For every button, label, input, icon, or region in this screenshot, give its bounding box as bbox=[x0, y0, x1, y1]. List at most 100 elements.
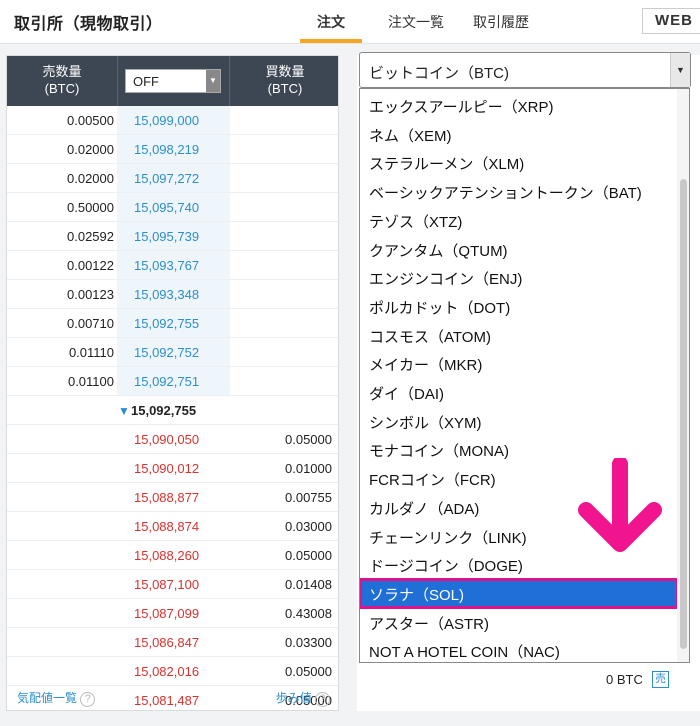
bid-price[interactable]: 15,090,050 bbox=[134, 432, 199, 447]
bid-qty: 0.03000 bbox=[285, 519, 332, 534]
bid-qty: 0.05000 bbox=[285, 548, 332, 563]
last-price: 15,092,755 bbox=[131, 403, 197, 418]
ask-row[interactable]: 0.00710 15,092,755 bbox=[7, 309, 338, 338]
quote-list-link[interactable]: 気配値一覧 ? bbox=[17, 689, 96, 707]
web-logo: WEB bbox=[642, 8, 700, 34]
coin-option[interactable]: エンジンコイン（ENJ) bbox=[360, 263, 678, 292]
active-tab-indicator bbox=[300, 39, 362, 43]
bid-qty: 0.01408 bbox=[285, 577, 332, 592]
buy-qty-header: 買数量 (BTC) bbox=[255, 63, 315, 97]
scrollbar-thumb[interactable] bbox=[680, 179, 687, 649]
chevron-down-icon: ▼ bbox=[670, 53, 690, 87]
bid-price[interactable]: 15,090,012 bbox=[134, 461, 199, 476]
ask-row[interactable]: 0.00123 15,093,348 bbox=[7, 280, 338, 309]
ask-row[interactable]: 0.00500 15,099,000 bbox=[7, 106, 338, 135]
bid-row[interactable]: 15,088,260 0.05000 bbox=[7, 541, 338, 570]
ask-row[interactable]: 0.01110 15,092,752 bbox=[7, 338, 338, 367]
ask-row[interactable]: 0.02592 15,095,739 bbox=[7, 222, 338, 251]
bid-row[interactable]: 15,087,100 0.01408 bbox=[7, 570, 338, 599]
bid-price[interactable]: 15,086,847 bbox=[134, 635, 199, 650]
header-divider bbox=[229, 56, 230, 106]
btc-balance: 0 BTC bbox=[606, 672, 643, 687]
dropdown-scrollbar[interactable] bbox=[677, 89, 689, 662]
bid-row[interactable]: 15,087,099 0.43008 bbox=[7, 599, 338, 628]
bid-price[interactable]: 15,088,260 bbox=[134, 548, 199, 563]
coin-option[interactable]: ステラルーメン（XLM) bbox=[360, 148, 678, 177]
bid-qty: 0.43008 bbox=[285, 606, 332, 621]
ask-price[interactable]: 15,097,272 bbox=[134, 171, 199, 186]
bid-qty: 0.01000 bbox=[285, 461, 332, 476]
coin-option[interactable]: アスター（ASTR) bbox=[360, 608, 678, 637]
coin-option[interactable]: ダイ（DAI) bbox=[360, 378, 678, 407]
bid-row[interactable]: 15,090,012 0.01000 bbox=[7, 454, 338, 483]
bid-row[interactable]: 15,088,874 0.03000 bbox=[7, 512, 338, 541]
coin-option[interactable]: ソラナ（SOL) bbox=[360, 577, 679, 609]
coin-option[interactable]: NOT A HOTEL COIN（NAC) bbox=[360, 636, 678, 662]
bid-row[interactable]: 15,086,847 0.03300 bbox=[7, 628, 338, 657]
ask-row[interactable]: 0.02000 15,098,219 bbox=[7, 135, 338, 164]
ask-row[interactable]: 0.02000 15,097,272 bbox=[7, 164, 338, 193]
bid-qty: 0.05000 bbox=[285, 432, 332, 447]
buy-qty-header-unit: (BTC) bbox=[267, 81, 303, 96]
tab-order[interactable]: 注文 bbox=[317, 12, 345, 32]
header-divider bbox=[117, 56, 118, 106]
bid-qty: 0.05000 bbox=[285, 664, 332, 679]
sell-qty-header-unit: (BTC) bbox=[44, 81, 80, 96]
price-filter-select[interactable]: OFF ▼ bbox=[125, 69, 221, 93]
top-bar: 取引所（現物取引） 注文 注文一覧 取引履歴 WEB bbox=[0, 0, 700, 44]
ask-price[interactable]: 15,095,740 bbox=[134, 200, 199, 215]
page-title: 取引所（現物取引） bbox=[14, 16, 163, 33]
ask-price[interactable]: 15,092,751 bbox=[134, 374, 199, 389]
quote-list-label: 気配値一覧 bbox=[17, 691, 78, 705]
tab-trade-history[interactable]: 取引履歴 bbox=[473, 12, 529, 32]
help-icon[interactable]: ? bbox=[315, 692, 330, 707]
ask-price[interactable]: 15,092,752 bbox=[134, 345, 199, 360]
bid-price[interactable]: 15,088,874 bbox=[134, 519, 199, 534]
buy-qty-header-label: 買数量 bbox=[265, 64, 305, 79]
sell-badge[interactable]: 売 bbox=[652, 671, 669, 688]
order-book: 売数量 (BTC) OFF ▼ 買数量 (BTC) 0.00500 15,099,… bbox=[6, 55, 339, 711]
ask-qty: 0.02592 bbox=[67, 229, 114, 244]
trade-ticks-label: 歩み値 bbox=[275, 691, 312, 705]
bid-price[interactable]: 15,087,099 bbox=[134, 606, 199, 621]
ask-price[interactable]: 15,098,219 bbox=[134, 142, 199, 157]
down-arrow-icon: ▼ bbox=[118, 404, 130, 418]
ask-price[interactable]: 15,093,348 bbox=[134, 287, 199, 302]
ask-price[interactable]: 15,092,755 bbox=[134, 316, 199, 331]
ask-row[interactable]: 0.01100 15,092,751 bbox=[7, 367, 338, 396]
coin-select[interactable]: ビットコイン（BTC) ▼ bbox=[359, 52, 691, 88]
annotation-arrow-icon bbox=[578, 458, 662, 552]
price-filter-value: OFF bbox=[133, 74, 159, 89]
bid-price[interactable]: 15,087,100 bbox=[134, 577, 199, 592]
sell-qty-header: 売数量 (BTC) bbox=[32, 63, 92, 97]
bid-row[interactable]: 15,090,050 0.05000 bbox=[7, 425, 338, 454]
coin-option[interactable]: エックスアールピー（XRP) bbox=[360, 91, 678, 120]
ask-row[interactable]: 0.50000 15,095,740 bbox=[7, 193, 338, 222]
ask-price[interactable]: 15,095,739 bbox=[134, 229, 199, 244]
bid-qty: 0.03300 bbox=[285, 635, 332, 650]
ask-qty: 0.01110 bbox=[68, 345, 114, 360]
order-book-footer: 気配値一覧 ? 歩み値 ? bbox=[7, 680, 338, 710]
ask-price[interactable]: 15,093,767 bbox=[134, 258, 199, 273]
help-icon[interactable]: ? bbox=[80, 692, 96, 707]
chevron-down-icon: ▼ bbox=[206, 70, 220, 92]
coin-option[interactable]: ネム（XEM) bbox=[360, 120, 678, 149]
ask-qty: 0.01100 bbox=[67, 374, 114, 389]
coin-option[interactable]: ベーシックアテンショントークン（BAT) bbox=[360, 177, 678, 206]
order-book-header: 売数量 (BTC) OFF ▼ 買数量 (BTC) bbox=[7, 56, 338, 106]
bid-price[interactable]: 15,088,877 bbox=[134, 490, 199, 505]
bid-row[interactable]: 15,088,877 0.00755 bbox=[7, 483, 338, 512]
coin-option[interactable]: クアンタム（QTUM) bbox=[360, 235, 678, 264]
coin-option[interactable]: ポルカドット（DOT) bbox=[360, 292, 678, 321]
tab-order-list[interactable]: 注文一覧 bbox=[388, 12, 444, 32]
trade-ticks-link[interactable]: 歩み値 ? bbox=[276, 689, 330, 707]
ask-qty: 0.50000 bbox=[67, 200, 114, 215]
coin-option[interactable]: シンボル（XYM) bbox=[360, 407, 678, 436]
coin-option[interactable]: テゾス（XTZ) bbox=[360, 206, 678, 235]
coin-option[interactable]: コスモス（ATOM) bbox=[360, 321, 678, 350]
ask-row[interactable]: 0.00122 15,093,767 bbox=[7, 251, 338, 280]
bid-price[interactable]: 15,082,016 bbox=[134, 664, 199, 679]
coin-option[interactable]: メイカー（MKR) bbox=[360, 349, 678, 378]
ask-price[interactable]: 15,099,000 bbox=[134, 113, 199, 128]
ask-qty: 0.02000 bbox=[67, 142, 114, 157]
